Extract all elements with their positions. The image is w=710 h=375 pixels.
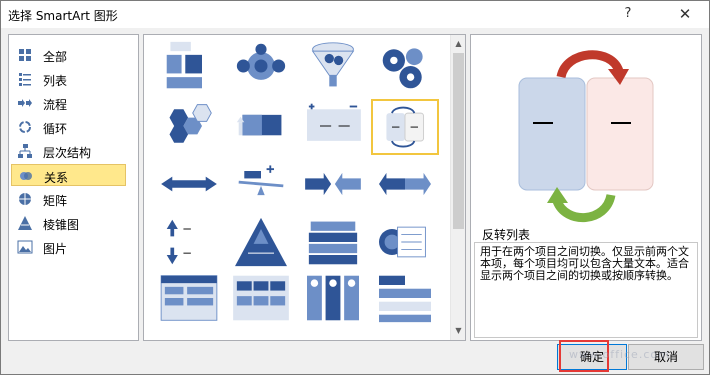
category-item-pyramid[interactable]: 棱锥图 (11, 212, 126, 234)
layout-thumbnail[interactable] (155, 157, 223, 213)
opposing-ideas-preview-icon (518, 50, 654, 222)
list-icon (19, 73, 31, 86)
nested-target-icon (379, 226, 426, 258)
category-item-process[interactable]: 流程 (11, 92, 126, 114)
opposing-toggle-icon (386, 106, 425, 148)
converging-arrows-icon (305, 172, 361, 196)
preview-title: 反转列表 (482, 228, 531, 242)
layout-thumbnail[interactable] (155, 39, 223, 95)
hierarchy-tabs-icon (379, 275, 431, 323)
plus-minus-icon (307, 103, 361, 141)
layout-thumbnail[interactable] (371, 99, 439, 155)
hierarchy-icon (18, 144, 32, 158)
grid-tabs-icon (233, 275, 289, 321)
category-label: 关系 (44, 171, 69, 185)
arrow-list-icon (166, 219, 191, 265)
title-bar: 选择 SmartArt 图形 ? ✕ (1, 1, 709, 28)
category-label: 矩阵 (43, 194, 68, 208)
layout-thumbnail[interactable] (299, 271, 367, 327)
scroll-up-arrow-icon[interactable]: ▲ (453, 37, 464, 51)
layout-thumbnail[interactable] (299, 39, 367, 95)
layout-thumbnail[interactable] (299, 215, 367, 271)
layout-thumbnail[interactable] (155, 215, 223, 271)
pyramid-icon (18, 216, 32, 230)
smartart-dialog: 选择 SmartArt 图形 ? ✕ 全部列表流程循环层次结构关系矩阵棱锥图图片… (0, 0, 710, 375)
layout-thumbnail[interactable] (155, 271, 223, 327)
radial-venn-icon (236, 43, 286, 80)
layout-thumbnail[interactable] (227, 39, 295, 95)
picture-icon (17, 240, 33, 254)
equation-icon (166, 41, 202, 89)
all-icon (19, 49, 31, 61)
opposing-arrows-icon (161, 176, 217, 192)
watermark: www.office.com (569, 348, 670, 361)
layout-thumbnail[interactable] (371, 271, 439, 327)
funnel-icon (311, 42, 355, 87)
segmented-columns-icon (307, 275, 359, 321)
help-button[interactable]: ? (615, 4, 641, 24)
process-icon (18, 99, 32, 107)
stacked-table-icon (308, 221, 358, 265)
category-label: 循环 (43, 122, 68, 136)
preview-description: 用于在两个项目之间切换。仅显示前两个文本项，每个项目均可以包含大量文本。适合显示… (474, 242, 698, 338)
layout-thumbnail[interactable] (299, 157, 367, 213)
category-label: 层次结构 (43, 146, 92, 160)
category-item-hierarchy[interactable]: 层次结构 (11, 140, 126, 162)
layout-thumbnail[interactable] (155, 99, 223, 155)
layout-thumbnail[interactable] (371, 39, 439, 95)
counterbalance-arrows-icon (236, 114, 282, 136)
hexagon-cluster-icon (169, 104, 212, 143)
layout-thumbnail[interactable] (227, 215, 295, 271)
layout-thumbnail[interactable] (371, 157, 439, 213)
layout-thumbnail[interactable] (299, 99, 367, 155)
category-item-matrix[interactable]: 矩阵 (11, 188, 126, 210)
gears-icon (382, 48, 423, 89)
layout-thumbnail[interactable] (227, 157, 295, 213)
layout-thumbnail[interactable] (227, 99, 295, 155)
diverging-arrows-icon (379, 172, 431, 196)
category-item-picture[interactable]: 图片 (11, 236, 126, 258)
close-button[interactable]: ✕ (669, 4, 701, 24)
matrix-icon (19, 193, 31, 205)
scrollbar-thumb[interactable] (453, 53, 464, 229)
category-label: 全部 (43, 50, 68, 64)
category-label: 图片 (43, 242, 68, 256)
layout-thumbnail[interactable] (227, 271, 295, 327)
table-list-icon (160, 275, 218, 321)
category-label: 棱锥图 (43, 218, 80, 232)
triangle-pyramid-icon (235, 217, 287, 267)
category-item-relationship[interactable]: 关系 (11, 164, 126, 186)
category-item-all[interactable]: 全部 (11, 44, 126, 66)
relationship-icon (20, 172, 32, 180)
category-label: 列表 (43, 74, 68, 88)
category-label: 流程 (43, 98, 68, 112)
scroll-down-arrow-icon[interactable]: ▼ (453, 324, 464, 338)
layout-thumbnail[interactable] (371, 215, 439, 271)
category-item-list[interactable]: 列表 (11, 68, 126, 90)
balance-icon (238, 165, 284, 196)
gallery-scrollbar[interactable]: ▲ ▼ (450, 35, 465, 340)
dialog-title: 选择 SmartArt 图形 (8, 9, 118, 23)
category-item-cycle[interactable]: 循环 (11, 116, 126, 138)
cycle-icon (19, 121, 31, 133)
